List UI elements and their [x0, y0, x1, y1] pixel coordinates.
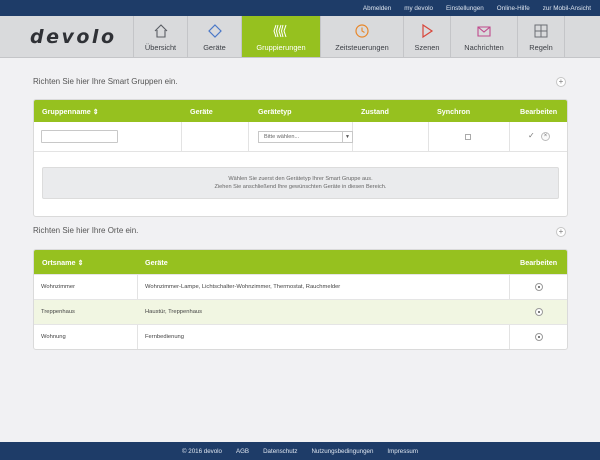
col-geraetetyp: Gerätetyp: [258, 106, 292, 116]
place-devices: Haustür, Treppenhaus: [145, 309, 203, 315]
tab-regeln[interactable]: Regeln: [517, 16, 565, 57]
tab-label: Gruppierungen: [256, 43, 306, 52]
copyright-text: © 2016 devolo: [181, 447, 222, 455]
main-navbar: devolo Übersicht Geräte Gruppierungen Ze…: [0, 16, 600, 58]
info-line-2: Ziehen Sie anschließend Ihre gewünschten…: [214, 184, 387, 190]
places-section-title: Richten Sie hier Ihre Orte ein.: [33, 226, 139, 235]
tab-zeitsteuerungen[interactable]: Zeitsteuerungen: [320, 16, 403, 57]
edit-gear-icon[interactable]: [535, 333, 543, 341]
col-zustand: Zustand: [361, 106, 389, 116]
place-name: Wohnung: [41, 334, 66, 340]
footer: © 2016 devolo AGB Datenschutz Nutzungsbe…: [0, 442, 600, 460]
tab-szenen[interactable]: Szenen: [403, 16, 450, 57]
col-synchron: Synchron: [437, 106, 471, 116]
place-devices: Wohnzimmer-Lampe, Lichtschalter-Wohnzimm…: [145, 284, 341, 290]
tab-nachrichten[interactable]: Nachrichten: [450, 16, 517, 57]
tab-label: Übersicht: [144, 43, 177, 52]
col-gruppenname[interactable]: Gruppenname ⇕: [42, 100, 99, 122]
top-links: Abmelden my devolo Einstellungen Online-…: [363, 0, 600, 16]
edit-gear-icon[interactable]: [535, 283, 543, 291]
edit-gear-icon[interactable]: [535, 308, 543, 316]
place-name: Wohnzimmer: [41, 284, 76, 290]
home-icon: [154, 24, 167, 38]
devolo-logo[interactable]: devolo: [30, 26, 117, 48]
divider: [181, 122, 182, 151]
confirm-icon[interactable]: ✓: [528, 131, 535, 140]
sort-icon[interactable]: ⇕: [93, 107, 99, 116]
place-devices: Fernbedienung: [145, 334, 184, 340]
group-name-input[interactable]: [41, 130, 118, 143]
cancel-icon[interactable]: ×: [541, 132, 550, 141]
tab-geraete[interactable]: Geräte: [187, 16, 241, 57]
nutzungsbedingungen-link[interactable]: Nutzungsbedingungen: [311, 448, 373, 455]
add-group-button[interactable]: +: [556, 77, 566, 87]
rules-icon: [534, 24, 548, 38]
tab-label: Zeitsteuerungen: [335, 43, 389, 52]
impressum-link[interactable]: Impressum: [387, 448, 418, 455]
clock-icon: [355, 24, 369, 38]
tab-label: Szenen: [414, 43, 440, 52]
col-ortsname[interactable]: Ortsname ⇕: [42, 250, 84, 274]
add-place-button[interactable]: +: [556, 227, 566, 237]
sort-icon[interactable]: ⇕: [78, 258, 84, 267]
chevron-down-icon: ▼: [342, 132, 352, 142]
device-type-select[interactable]: Bitte wählen... ▼: [258, 131, 353, 143]
row-divider: [34, 151, 567, 152]
group-drop-zone[interactable]: Wählen Sie zuerst den Gerätetyp Ihrer Sm…: [42, 167, 559, 199]
col-geraete: Geräte: [145, 257, 168, 267]
tab-gruppierungen[interactable]: Gruppierungen: [241, 16, 320, 57]
diamond-icon: [207, 24, 222, 38]
col-bearbeiten: Bearbeiten: [520, 257, 558, 267]
tab-label: Geräte: [203, 43, 226, 52]
col-bearbeiten: Bearbeiten: [520, 106, 558, 116]
divider: [428, 122, 429, 151]
top-utility-bar: Abmelden my devolo Einstellungen Online-…: [0, 0, 600, 16]
datenschutz-link[interactable]: Datenschutz: [263, 448, 297, 455]
agb-link[interactable]: AGB: [236, 448, 249, 455]
tab-uebersicht[interactable]: Übersicht: [133, 16, 187, 57]
col-geraete: Geräte: [190, 106, 213, 116]
divider: [248, 122, 249, 151]
place-name: Treppenhaus: [41, 309, 75, 315]
places-table-header: Ortsname ⇕ Geräte Bearbeiten: [34, 250, 567, 274]
table-row[interactable]: Treppenhaus Haustür, Treppenhaus: [34, 299, 567, 324]
table-row[interactable]: Wohnzimmer Wohnzimmer-Lampe, Lichtschalt…: [34, 274, 567, 299]
my-devolo-link[interactable]: my devolo: [404, 5, 433, 12]
envelope-icon: [477, 26, 491, 37]
places-table: Ortsname ⇕ Geräte Bearbeiten Wohnzimmer …: [33, 249, 568, 350]
groups-table-header: Gruppenname ⇕ Geräte Gerätetyp Zustand S…: [34, 100, 567, 122]
logout-link[interactable]: Abmelden: [363, 5, 391, 12]
divider: [509, 122, 510, 151]
tab-label: Nachrichten: [464, 43, 504, 52]
synchron-checkbox[interactable]: [465, 134, 471, 140]
nav-tabs: Übersicht Geräte Gruppierungen Zeitsteue…: [133, 16, 565, 57]
online-help-link[interactable]: Online-Hilfe: [497, 5, 530, 12]
info-line-1: Wählen Sie zuerst den Gerätetyp Ihrer Sm…: [228, 175, 373, 182]
settings-link[interactable]: Einstellungen: [446, 5, 484, 12]
groups-table: Gruppenname ⇕ Geräte Gerätetyp Zustand S…: [33, 99, 568, 217]
groups-icon: [273, 24, 287, 38]
table-row[interactable]: Wohnung Fernbedienung: [34, 324, 567, 349]
tab-label: Regeln: [529, 43, 553, 52]
play-icon: [422, 23, 434, 39]
groups-section-title: Richten Sie hier Ihre Smart Gruppen ein.: [33, 77, 178, 86]
mobile-view-link[interactable]: zur Mobil-Ansicht: [543, 5, 591, 12]
select-value: Bitte wählen...: [264, 134, 300, 140]
